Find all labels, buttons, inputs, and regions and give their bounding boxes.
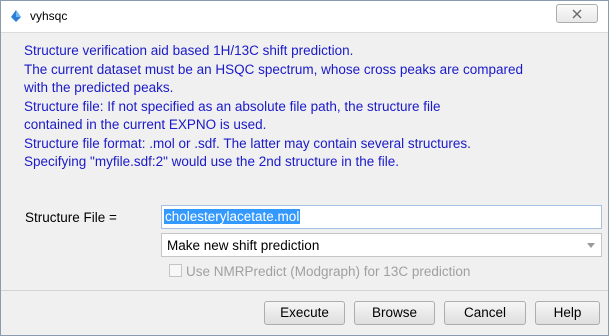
- info-line: Structure verification aid based 1H/13C …: [24, 43, 354, 58]
- help-button[interactable]: Help: [535, 301, 600, 325]
- info-line: with the predicted peaks.: [24, 80, 174, 95]
- info-text: Structure verification aid based 1H/13C …: [24, 42, 599, 172]
- prediction-mode-value: Make new shift prediction: [167, 238, 320, 253]
- nmrpredict-option: Use NMRPredict (Modgraph) for 13C predic…: [169, 264, 470, 279]
- browse-button[interactable]: Browse: [354, 301, 435, 325]
- structure-file-value: cholesterylacetate.mol: [164, 209, 301, 224]
- close-icon: [572, 9, 582, 19]
- separator: [1, 290, 608, 291]
- dialog-window: vyhsqc Structure verification aid based …: [0, 0, 609, 336]
- info-line: The current dataset must be an HSQC spec…: [24, 61, 523, 77]
- info-line: Structure file format: .mol or .sdf. The…: [24, 135, 471, 151]
- info-line: Structure file: If not specified as an a…: [24, 98, 441, 114]
- nmrpredict-checkbox[interactable]: [169, 264, 182, 277]
- app-icon: [9, 9, 23, 23]
- nmrpredict-label: Use NMRPredict (Modgraph) for 13C predic…: [186, 264, 471, 279]
- chevron-down-icon: [587, 243, 595, 248]
- close-button[interactable]: [556, 4, 598, 23]
- cancel-button[interactable]: Cancel: [444, 301, 526, 325]
- structure-file-input[interactable]: cholesterylacetate.mol: [161, 205, 602, 229]
- execute-button[interactable]: Execute: [264, 301, 345, 325]
- structure-file-label: Structure File =: [25, 210, 117, 225]
- info-line: Specifying "myfile.sdf:2" would use the …: [24, 154, 400, 169]
- title-bar: vyhsqc: [1, 1, 608, 33]
- prediction-mode-select[interactable]: Make new shift prediction: [161, 233, 602, 257]
- info-line: contained in the current EXPNO is used.: [24, 117, 267, 132]
- window-title: vyhsqc: [30, 9, 68, 23]
